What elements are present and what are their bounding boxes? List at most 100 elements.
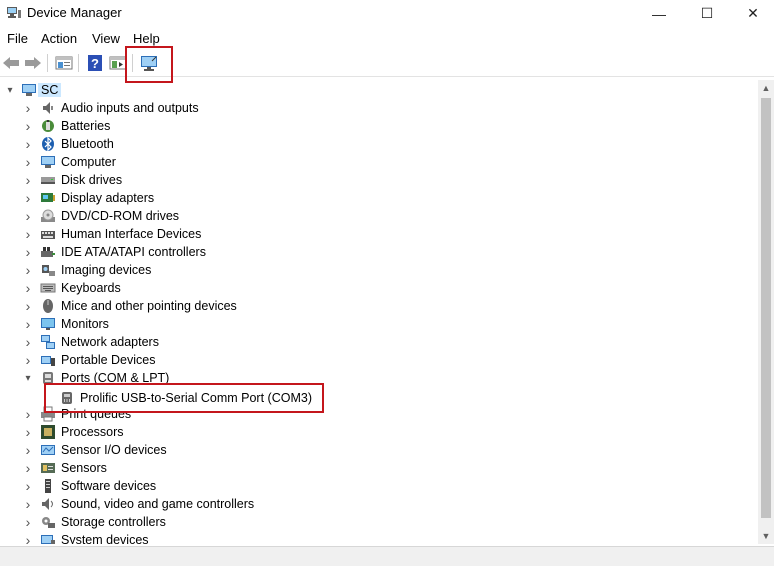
chevron-right-icon[interactable]: › [22,262,34,278]
title-bar: Device Manager — ☐ ✕ [0,0,774,27]
tree-category-row[interactable]: › Batteries [0,117,758,135]
tree-category-label: Ports (COM & LPT) [61,371,170,385]
chevron-right-icon[interactable]: › [22,442,34,458]
maximize-button[interactable]: ☐ [684,0,730,27]
chevron-right-icon[interactable]: › [22,154,34,170]
tree-category-row[interactable]: › Sensors [0,459,758,477]
toolbar: ? [0,49,774,77]
chevron-right-icon[interactable]: › [22,172,34,188]
chevron-right-icon[interactable]: › [22,514,34,530]
tree-category-row[interactable]: › DVD/CD-ROM drives [0,207,758,225]
scroll-up-icon[interactable]: ▲ [758,80,774,96]
toolbar-separator [78,54,79,72]
tree-category-label: Human Interface Devices [61,227,202,241]
processor-icon [40,424,56,440]
chevron-right-icon[interactable]: › [22,352,34,368]
chevron-right-icon[interactable]: › [22,298,34,314]
tree-category-row[interactable]: › IDE ATA/ATAPI controllers [0,243,758,261]
chevron-right-icon[interactable]: › [22,424,34,440]
tree-category-row[interactable]: › Network adapters [0,333,758,351]
chevron-right-icon[interactable]: › [22,190,34,206]
tree-category-label: System devices [61,533,149,544]
chevron-right-icon[interactable]: › [22,208,34,224]
tree-category-row[interactable]: › Human Interface Devices [0,225,758,243]
chevron-right-icon[interactable]: › [22,280,34,296]
tree-device-label: Prolific USB-to-Serial Comm Port (COM3) [80,391,312,405]
chevron-right-icon[interactable]: › [22,478,34,494]
system-device-icon [40,532,56,544]
properties-icon[interactable] [54,53,74,73]
tree-category-row[interactable]: › Computer [0,153,758,171]
console-tree-icon[interactable] [108,53,128,73]
tree-category-label: Display adapters [61,191,155,205]
tree-category-label: Keyboards [61,281,121,295]
arrow-right-icon[interactable] [23,53,43,73]
monitor-icon [40,316,56,332]
menu-view[interactable]: View [92,31,120,46]
chevron-right-icon[interactable]: › [22,226,34,242]
tree-category-row[interactable]: › Portable Devices [0,351,758,369]
tree-category-row[interactable]: › Monitors [0,315,758,333]
tree-category-row[interactable]: › Disk drives [0,171,758,189]
serial-port-icon [59,390,75,406]
tree-category-row[interactable]: › Sound, video and game controllers [0,495,758,513]
tree-category-label: Portable Devices [61,353,156,367]
menu-action[interactable]: Action [41,31,77,46]
tree-category-label: Print queues [61,407,132,421]
sensor-icon [40,460,56,476]
chevron-down-icon[interactable]: ▾ [4,84,16,96]
menu-help[interactable]: Help [133,31,160,46]
tree-category-label: Disk drives [61,173,123,187]
menu-file[interactable]: File [7,31,28,46]
printer-icon [40,406,56,422]
tree-category-label: Audio inputs and outputs [61,101,199,115]
tree-category-row[interactable]: ▾ Ports (COM & LPT) [0,369,758,387]
tree-category-row[interactable]: › Print queues [0,405,758,423]
vertical-scrollbar[interactable]: ▲ ▼ [758,80,774,544]
hid-icon [40,226,56,242]
chevron-right-icon[interactable]: › [22,460,34,476]
tree-category-row[interactable]: › Sensor I/O devices [0,441,758,459]
close-button[interactable]: ✕ [730,0,774,27]
tree-category-row[interactable]: › Processors [0,423,758,441]
chevron-right-icon[interactable]: › [22,334,34,350]
chevron-right-icon[interactable]: › [22,244,34,260]
software-device-icon [40,478,56,494]
tree-category-row[interactable]: › Mice and other pointing devices [0,297,758,315]
tree-category-row[interactable]: › Software devices [0,477,758,495]
tree-root-label: SC [38,83,62,97]
tree-category-row[interactable]: › System devices [0,531,758,544]
chevron-right-icon[interactable]: › [22,496,34,512]
tree-category-label: Sound, video and game controllers [61,497,255,511]
chevron-right-icon[interactable]: › [22,100,34,116]
computer-icon [40,154,56,170]
scrollbar-thumb[interactable] [761,98,771,518]
chevron-right-icon[interactable]: › [22,316,34,332]
dvd-icon [40,208,56,224]
tree-category-row[interactable]: › Storage controllers [0,513,758,531]
tree-category-row[interactable]: › Bluetooth [0,135,758,153]
storage-controller-icon [40,514,56,530]
scroll-down-icon[interactable]: ▼ [758,528,774,544]
chevron-right-icon[interactable]: › [22,406,34,422]
tree-category-row[interactable]: › Display adapters [0,189,758,207]
chevron-right-icon[interactable]: › [22,118,34,134]
chevron-right-icon[interactable]: › [22,532,34,544]
device-manager-app-icon [6,6,22,20]
battery-icon [40,118,56,134]
minimize-button[interactable]: — [636,0,682,27]
tree-category-row[interactable]: › Imaging devices [0,261,758,279]
toolbar-separator [47,54,48,72]
tree-category-row[interactable]: › Keyboards [0,279,758,297]
status-bar [0,546,774,566]
arrow-left-icon[interactable] [1,53,21,73]
help-icon[interactable]: ? [85,53,105,73]
tree-category-row[interactable]: › Audio inputs and outputs [0,99,758,117]
chevron-down-icon[interactable]: ▾ [22,372,34,384]
scan-hardware-monitor-icon[interactable] [139,53,159,73]
tree-category-label: Imaging devices [61,263,152,277]
tree-root[interactable]: ▾ SC [0,81,758,99]
tree-category-label: Network adapters [61,335,159,349]
device-tree[interactable]: ▾ SC › Audio inputs and outputs › Batteries… [0,80,758,544]
chevron-right-icon[interactable]: › [22,136,34,152]
